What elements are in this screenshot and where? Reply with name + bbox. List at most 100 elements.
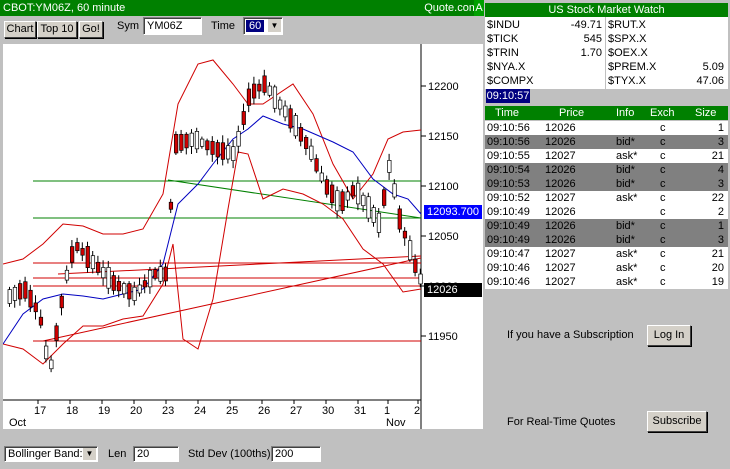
- bband-price-tag: 12093.700: [424, 205, 482, 219]
- candle-body: [132, 286, 137, 301]
- candle-body: [314, 158, 319, 172]
- panel-toggle[interactable]: A: [474, 0, 484, 16]
- candle-body: [75, 242, 80, 252]
- cell-info: bid*: [616, 136, 635, 148]
- cell-info: ask*: [616, 150, 638, 162]
- watch-value: 545: [583, 33, 602, 45]
- price-tick-label: 12200: [428, 81, 459, 93]
- table-row[interactable]: 09:10:49 12026 c 2: [485, 205, 728, 219]
- watch-symbol[interactable]: $NYA.X: [487, 60, 525, 74]
- candle-body: [252, 83, 257, 99]
- chart-button[interactable]: Chart: [4, 21, 36, 38]
- login-button[interactable]: Log In: [647, 325, 691, 346]
- candle-body: [309, 145, 314, 160]
- price-chart[interactable]: 1220012150121001205012000119501718192023…: [3, 44, 483, 429]
- date-tick-label: 1: [384, 405, 390, 417]
- subscribe-button[interactable]: Subscribe: [647, 411, 707, 432]
- date-tick-label: 2: [414, 405, 420, 417]
- table-row[interactable]: 09:10:55 12027 ask* c 21: [485, 149, 728, 163]
- time-label: Time: [211, 20, 236, 32]
- cell-exch: c: [660, 262, 666, 274]
- cell-time: 09:10:54: [487, 164, 530, 176]
- symbol-input[interactable]: YM06Z: [143, 17, 202, 35]
- table-row[interactable]: 09:10:46 12027 ask* c 19: [485, 275, 728, 289]
- candle-body: [418, 273, 423, 285]
- candle-body: [184, 133, 189, 149]
- watch-symbol[interactable]: $TRIN: [487, 46, 519, 60]
- stddev-input[interactable]: 200: [271, 446, 321, 462]
- candle-body: [7, 289, 12, 304]
- candle-body: [382, 189, 387, 206]
- cell-time: 09:10:46: [487, 276, 530, 288]
- watch-symbol[interactable]: $TYX.X: [608, 74, 646, 88]
- candle-body: [210, 141, 215, 155]
- go-button[interactable]: Go!: [79, 21, 103, 38]
- watch-value: 47.06: [696, 75, 724, 87]
- candle-body: [194, 131, 200, 150]
- time-select[interactable]: 60 ▼: [243, 17, 283, 35]
- candle-body: [397, 208, 402, 230]
- price-tick-label: 12100: [428, 181, 459, 193]
- candle-body: [179, 134, 184, 151]
- cell-info: ask*: [616, 248, 638, 260]
- cell-size: 19: [711, 276, 724, 288]
- candle-body: [80, 248, 85, 256]
- price-tick-label: 11950: [428, 331, 458, 343]
- watch-symbol[interactable]: $INDU: [487, 18, 520, 32]
- cell-size: 2: [717, 206, 724, 218]
- cell-time: 09:10:56: [487, 136, 530, 148]
- top10-button[interactable]: Top 10: [37, 21, 77, 38]
- candle-body: [236, 131, 241, 147]
- table-row[interactable]: 09:10:53 12026 bid* c 3: [485, 177, 728, 191]
- candle-body: [44, 345, 49, 360]
- cell-info: bid*: [616, 164, 635, 176]
- candle-body: [116, 281, 122, 292]
- candle-body: [111, 275, 116, 291]
- table-row[interactable]: 09:10:47 12027 ask* c 21: [485, 247, 728, 261]
- watch-symbol[interactable]: $RUT.X: [608, 18, 646, 32]
- watch-symbol[interactable]: $SPX.X: [608, 32, 647, 46]
- candle-body: [158, 266, 163, 282]
- chevron-down-icon[interactable]: ▼: [268, 19, 281, 32]
- cell-time: 09:10:53: [487, 178, 530, 190]
- candle-body: [90, 255, 96, 270]
- title-bar: CBOT:YM06Z, 60 minute Quote.com: [0, 0, 484, 16]
- col-size: Size: [695, 107, 717, 119]
- cell-size: 21: [711, 150, 724, 162]
- watch-symbol[interactable]: $TICK: [487, 32, 518, 46]
- cell-price: 12026: [545, 206, 576, 218]
- cell-exch: c: [660, 164, 666, 176]
- cell-size: 3: [717, 178, 724, 190]
- table-row[interactable]: 09:10:49 12026 bid* c 3: [485, 233, 728, 247]
- table-row[interactable]: 09:10:49 12026 bid* c 1: [485, 219, 728, 233]
- candle-body: [278, 99, 283, 110]
- study-select[interactable]: Bollinger Band: ▼: [4, 446, 98, 462]
- date-tick-label: 25: [226, 405, 238, 417]
- watch-symbol[interactable]: $PREM.X: [608, 60, 656, 74]
- watch-symbol[interactable]: $OEX.X: [608, 46, 648, 60]
- cell-size: 3: [717, 234, 724, 246]
- candle-body: [241, 111, 246, 125]
- table-row[interactable]: 09:10:56 12026 bid* c 3: [485, 135, 728, 149]
- chevron-down-icon[interactable]: ▼: [83, 448, 96, 460]
- cell-time: 09:10:46: [487, 262, 530, 274]
- price-tick-label: 12050: [428, 231, 459, 243]
- cell-price: 12026: [545, 136, 576, 148]
- candle-body: [189, 132, 194, 147]
- len-input[interactable]: 20: [133, 446, 179, 462]
- table-row[interactable]: 09:10:46 12027 ask* c 20: [485, 261, 728, 275]
- candle-body: [413, 258, 418, 273]
- cell-info: ask*: [616, 276, 638, 288]
- cell-time: 09:10:52: [487, 192, 530, 204]
- candle-body: [168, 201, 174, 210]
- date-tick-label: 20: [130, 405, 142, 417]
- table-row[interactable]: 09:10:52 12027 ask* c 22: [485, 191, 728, 205]
- cell-time: 09:10:49: [487, 206, 530, 218]
- cell-exch: c: [660, 234, 666, 246]
- candle-body: [12, 287, 18, 301]
- candle-body: [137, 284, 142, 294]
- candle-body: [23, 281, 28, 299]
- table-row[interactable]: 09:10:54 12026 bid* c 4: [485, 163, 728, 177]
- watch-symbol[interactable]: $COMPX: [487, 74, 533, 88]
- table-row[interactable]: 09:10:56 12026 c 1: [485, 121, 728, 135]
